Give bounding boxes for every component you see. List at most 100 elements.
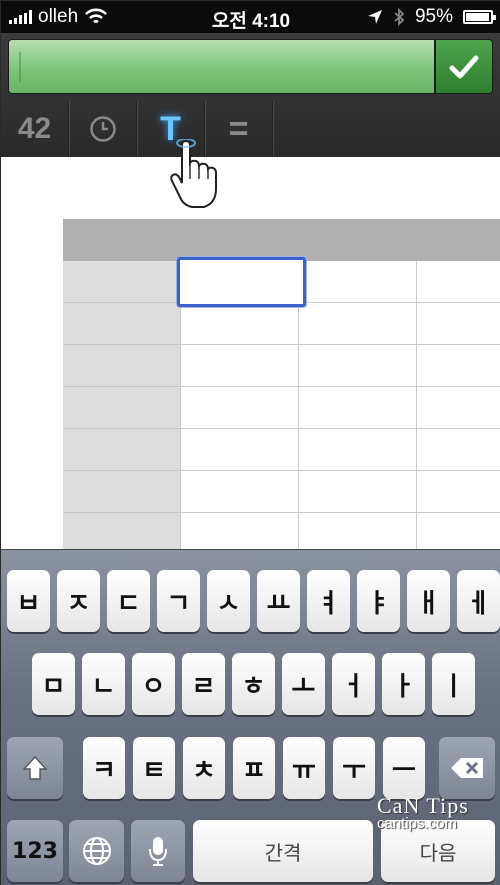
key-row2-6[interactable]: ㅗ (282, 653, 325, 715)
globe-icon (82, 837, 111, 865)
key-label: ㅌ (142, 755, 166, 786)
key-row1-2[interactable]: ㅈ (57, 570, 100, 632)
key-row2-1[interactable]: ㅁ (32, 653, 75, 715)
key-label: ㅡ (392, 755, 416, 786)
sheet-cell[interactable] (181, 345, 299, 387)
battery-percent: 95% (414, 6, 453, 27)
key-label: ㅣ (441, 671, 466, 702)
key-label: ㅍ (242, 755, 266, 786)
key-row1-5[interactable]: ㅅ (207, 570, 250, 632)
sheet-cell[interactable] (181, 387, 299, 429)
key-row1-9[interactable]: ㅐ (407, 570, 450, 632)
key-row2-9[interactable]: ㅣ (432, 653, 475, 715)
key-label: ㅏ (391, 671, 416, 702)
key-label: ㄱ (166, 588, 191, 619)
microphone-key[interactable] (131, 820, 185, 882)
sheet-cell[interactable] (417, 471, 500, 513)
location-arrow-icon (367, 10, 382, 24)
key-label: ㅓ (341, 671, 366, 702)
sheet-cell[interactable] (181, 303, 299, 345)
formula-toolbar: 42 T = (1, 33, 500, 157)
clock-icon (89, 116, 116, 142)
sheet-cell[interactable] (299, 345, 417, 387)
sheet-cell[interactable] (417, 303, 500, 345)
key-row1-8[interactable]: ㅑ (357, 570, 400, 632)
key-row2-4[interactable]: ㄹ (182, 653, 225, 715)
space-key[interactable]: 간격 (193, 820, 373, 882)
selected-cell[interactable] (177, 257, 306, 307)
sheet-cell[interactable] (299, 261, 417, 303)
key-label: ㄴ (91, 671, 116, 702)
text-cursor (19, 52, 21, 82)
confirm-button[interactable] (435, 39, 493, 94)
key-row3-2[interactable]: ㅌ (133, 737, 175, 799)
key-row3-3[interactable]: ㅊ (183, 737, 225, 799)
row-header[interactable] (63, 261, 181, 303)
sheet-cell[interactable] (299, 387, 417, 429)
key-row1-7[interactable]: ㅕ (307, 570, 350, 632)
key-row2-2[interactable]: ㄴ (82, 653, 125, 715)
sheet-cell[interactable] (181, 471, 299, 513)
next-key-label: 다음 (419, 840, 457, 865)
delete-icon (451, 758, 483, 778)
cell-entry-field[interactable] (8, 39, 435, 94)
key-label: ㅠ (292, 755, 316, 786)
key-row1-1[interactable]: ㅂ (7, 570, 50, 632)
sheet-cell[interactable] (417, 513, 500, 549)
key-label: ㅎ (241, 671, 266, 702)
row-header[interactable] (63, 387, 181, 429)
date-time-mode-button[interactable] (69, 101, 137, 157)
key-row1-3[interactable]: ㄷ (107, 570, 150, 632)
row-header[interactable] (63, 513, 181, 549)
sheet-cell[interactable] (299, 513, 417, 549)
row-header[interactable] (63, 303, 181, 345)
key-label: ㅅ (216, 588, 241, 619)
key-label: ㅋ (92, 755, 116, 786)
key-row3-5[interactable]: ㅠ (283, 737, 325, 799)
sheet-cell[interactable] (299, 303, 417, 345)
key-row1-4[interactable]: ㄱ (157, 570, 200, 632)
row-header[interactable] (63, 471, 181, 513)
sheet-cell[interactable] (417, 345, 500, 387)
numbers-key-label: 123 (12, 838, 58, 864)
row-header[interactable] (63, 429, 181, 471)
key-row2-5[interactable]: ㅎ (232, 653, 275, 715)
key-row1-6[interactable]: ㅛ (257, 570, 300, 632)
delete-key[interactable] (439, 737, 495, 799)
key-row3-7[interactable]: ㅡ (383, 737, 425, 799)
number-mode-button[interactable]: 42 (1, 101, 69, 157)
key-label: ㅛ (266, 588, 291, 619)
key-label: ㅜ (342, 755, 366, 786)
key-label: ㅇ (141, 671, 166, 702)
sheet-cell[interactable] (181, 429, 299, 471)
key-label: ㄷ (116, 588, 141, 619)
key-row3-1[interactable]: ㅋ (83, 737, 125, 799)
numbers-key[interactable]: 123 (7, 820, 63, 882)
key-row2-8[interactable]: ㅏ (382, 653, 425, 715)
sheet-cell[interactable] (299, 471, 417, 513)
key-row1-10[interactable]: ㅔ (457, 570, 500, 632)
globe-key[interactable] (69, 820, 124, 882)
sheet-cell[interactable] (417, 387, 500, 429)
sheet-cell[interactable] (417, 429, 500, 471)
shift-key[interactable] (7, 737, 63, 799)
key-label: ㅕ (316, 588, 341, 619)
key-row2-7[interactable]: ㅓ (332, 653, 375, 715)
key-row2-3[interactable]: ㅇ (132, 653, 175, 715)
check-icon (449, 55, 479, 78)
sheet-cell[interactable] (181, 513, 299, 549)
formula-mode-label: = (228, 109, 249, 148)
microphone-icon (149, 837, 167, 866)
column-header-row (63, 219, 500, 261)
key-label: ㅐ (416, 588, 441, 619)
row-header[interactable] (63, 345, 181, 387)
key-row3-4[interactable]: ㅍ (233, 737, 275, 799)
watermark-url: cantips.com (377, 815, 458, 832)
battery-icon (463, 10, 496, 24)
key-label: ㅈ (66, 588, 91, 619)
sheet-cell[interactable] (417, 261, 500, 303)
key-row3-6[interactable]: ㅜ (333, 737, 375, 799)
key-label: ㄹ (191, 671, 216, 702)
key-label: ㅂ (16, 588, 41, 619)
sheet-cell[interactable] (299, 429, 417, 471)
